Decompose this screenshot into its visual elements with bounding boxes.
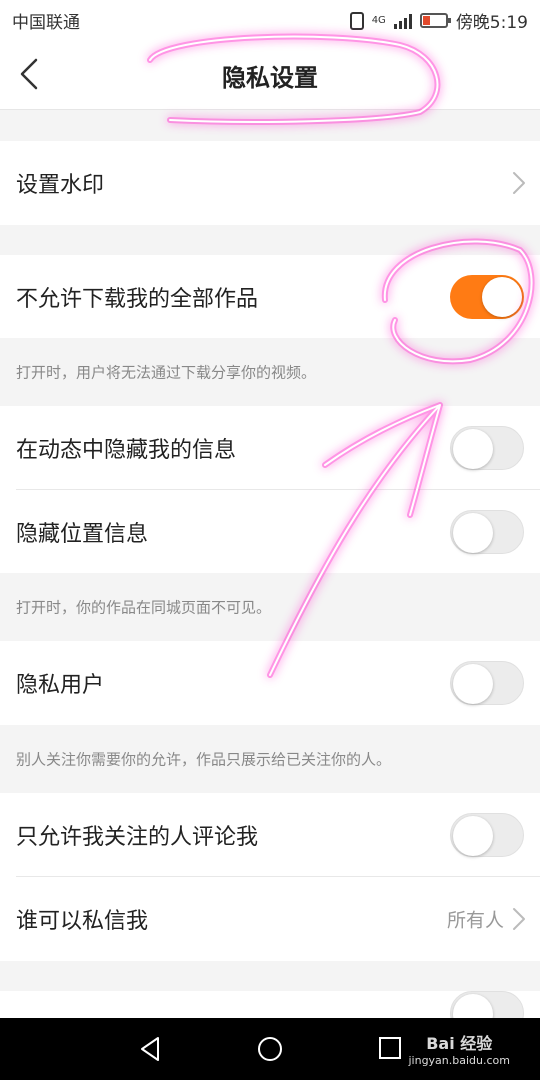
setting-value: 所有人 <box>446 909 504 932</box>
section-gap <box>0 961 540 991</box>
nav-bar: 隐私设置 <box>0 38 540 110</box>
setting-label: 在动态中隐藏我的信息 <box>16 438 237 463</box>
setting-watermark-row[interactable]: 设置水印 <box>0 141 540 225</box>
watermark-url: jingyan.baidu.com <box>408 1054 510 1067</box>
page-title: 隐私设置 <box>222 64 318 92</box>
setting-hint: 打开时，你的作品在同城页面不可见。 <box>0 573 540 641</box>
toggle-knob <box>453 512 493 553</box>
setting-label: 设置水印 <box>16 173 105 198</box>
status-icons: 4G 傍晚5:19 <box>349 8 528 33</box>
toggle-knob <box>482 276 522 317</box>
partial-toggle[interactable] <box>450 991 524 1018</box>
chevron-right-icon <box>513 172 525 194</box>
private-user-toggle[interactable] <box>450 661 524 705</box>
vibrate-icon <box>349 11 364 30</box>
no-download-toggle[interactable] <box>450 274 524 319</box>
network-type: 4G <box>371 14 386 26</box>
section-gap <box>0 110 540 141</box>
setting-label: 只允许我关注的人评论我 <box>16 825 259 850</box>
signal-icon <box>393 13 412 29</box>
toggle-knob <box>453 816 493 856</box>
setting-hint: 打开时，用户将无法通过下载分享你的视频。 <box>0 338 540 406</box>
setting-label: 谁可以私信我 <box>16 909 149 934</box>
comment-followed-only-toggle[interactable] <box>450 813 524 857</box>
setting-label: 不允许下载我的全部作品 <box>16 286 259 312</box>
setting-hint: 别人关注你需要你的允许，作品只展示给已关注你的人。 <box>0 725 540 793</box>
setting-who-can-dm-row[interactable]: 谁可以私信我 所有人 <box>0 877 540 961</box>
triangle-back-icon[interactable] <box>138 1036 162 1062</box>
setting-hide-in-feed-row: 在动态中隐藏我的信息 <box>0 406 540 490</box>
hide-in-feed-toggle[interactable] <box>450 426 524 470</box>
circle-home-icon[interactable] <box>257 1036 283 1062</box>
status-bar: 中国联通 4G 傍晚5:19 <box>0 0 540 38</box>
hide-location-toggle[interactable] <box>450 509 524 554</box>
toggle-knob <box>453 994 493 1018</box>
site-watermark: Bai 经验 jingyan.baidu.com <box>408 1030 510 1067</box>
setting-label: 隐藏位置信息 <box>16 521 149 547</box>
toggle-knob <box>453 429 493 469</box>
chevron-right-icon <box>513 908 525 930</box>
setting-partial-row <box>0 991 540 1018</box>
setting-private-user-row: 隐私用户 <box>0 641 540 725</box>
toggle-knob <box>453 664 493 704</box>
setting-comment-row: 只允许我关注的人评论我 <box>0 793 540 877</box>
status-time: 傍晚5:19 <box>455 13 528 33</box>
carrier-name: 中国联通 <box>12 13 80 33</box>
section-gap <box>0 225 540 255</box>
watermark-brand: Bai 经验 <box>426 1034 493 1053</box>
battery-icon <box>419 13 451 28</box>
square-recent-icon[interactable] <box>378 1036 402 1060</box>
setting-hide-location-row: 隐藏位置信息 <box>0 490 540 573</box>
setting-label: 隐私用户 <box>16 673 105 698</box>
setting-no-download-row: 不允许下载我的全部作品 <box>0 255 540 338</box>
